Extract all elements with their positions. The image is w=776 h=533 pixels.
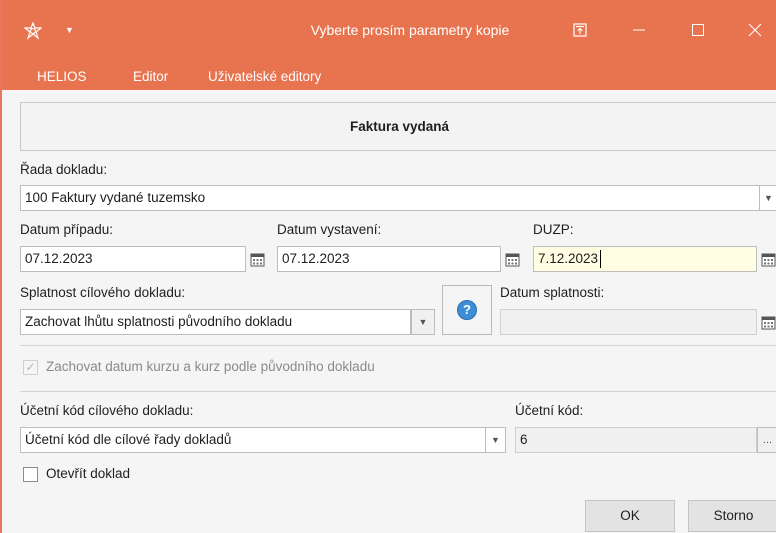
close-icon [748, 23, 762, 37]
ucetni-kod-label: Účetní kód: [515, 403, 584, 418]
ucetni-kod-cil-select[interactable]: Účetní kód dle cílové řady dokladů [20, 427, 486, 453]
calendar-icon[interactable] [757, 246, 776, 272]
menu-editor[interactable]: Editor [133, 62, 168, 92]
help-icon: ? [457, 300, 477, 320]
document-type-title: Faktura vydaná [349, 119, 450, 134]
minimize-button[interactable] [616, 0, 662, 60]
menu-user-editors[interactable]: Uživatelské editory [208, 62, 321, 92]
help-button[interactable]: ? [442, 285, 492, 335]
duzp-field[interactable]: 7.12.2023 [533, 246, 757, 272]
menu-bar: HELIOS Editor Uživatelské editory [2, 60, 776, 90]
text-caret [600, 250, 601, 268]
separator [20, 345, 776, 346]
datum-splatnosti-label: Datum splatnosti: [500, 285, 605, 300]
calendar-icon[interactable] [501, 246, 523, 272]
rada-select[interactable]: 100 Faktury vydané tuzemsko [20, 185, 760, 211]
cancel-button[interactable]: Storno [688, 500, 776, 532]
maximize-icon [692, 24, 704, 36]
kurz-checkbox[interactable]: ✓ [23, 360, 38, 375]
rada-dropdown-icon[interactable]: ▼ [760, 185, 776, 211]
kurz-label: Zachovat datum kurzu a kurz podle původn… [46, 359, 375, 374]
ucetni-kod-cil-label: Účetní kód cílového dokladu: [20, 403, 194, 418]
ok-button[interactable]: OK [585, 500, 675, 532]
splatnost-select[interactable]: Zachovat lhůtu splatnosti původního dokl… [20, 309, 411, 335]
title-bar: ▼ Vyberte prosím parametry kopie [2, 0, 776, 60]
close-button[interactable] [732, 0, 776, 60]
datum-pripadu-field[interactable]: 07.12.2023 [20, 246, 246, 272]
datum-vystaveni-label: Datum vystavení: [277, 222, 382, 237]
otevrit-checkbox[interactable] [23, 467, 38, 482]
pin-icon [573, 23, 587, 37]
ucetni-kod-cil-dropdown-icon[interactable]: ▼ [486, 427, 506, 453]
datum-pripadu-label: Datum případu: [20, 222, 114, 237]
calendar-icon[interactable] [757, 309, 776, 335]
calendar-icon[interactable] [246, 246, 268, 272]
datum-vystaveni-field[interactable]: 07.12.2023 [277, 246, 501, 272]
otevrit-label: Otevřít doklad [46, 466, 131, 481]
menu-helios[interactable]: HELIOS [37, 62, 87, 92]
document-header: Faktura vydaná [20, 102, 776, 151]
maximize-button[interactable] [675, 0, 721, 60]
separator [20, 391, 776, 392]
datum-splatnosti-field[interactable] [500, 309, 757, 335]
ucetni-kod-browse-button[interactable]: ... [757, 427, 776, 453]
minimize-icon [633, 29, 645, 31]
rada-label: Řada dokladu: [20, 162, 108, 177]
duzp-label: DUZP: [533, 222, 574, 237]
ucetni-kod-field[interactable]: 6 [515, 427, 757, 453]
pin-window-button[interactable] [557, 0, 603, 60]
dialog-window: ▼ Vyberte prosím parametry kopie HELIOS … [0, 0, 776, 533]
splatnost-label: Splatnost cílového dokladu: [20, 285, 186, 300]
splatnost-dropdown-icon[interactable]: ▼ [411, 309, 435, 335]
